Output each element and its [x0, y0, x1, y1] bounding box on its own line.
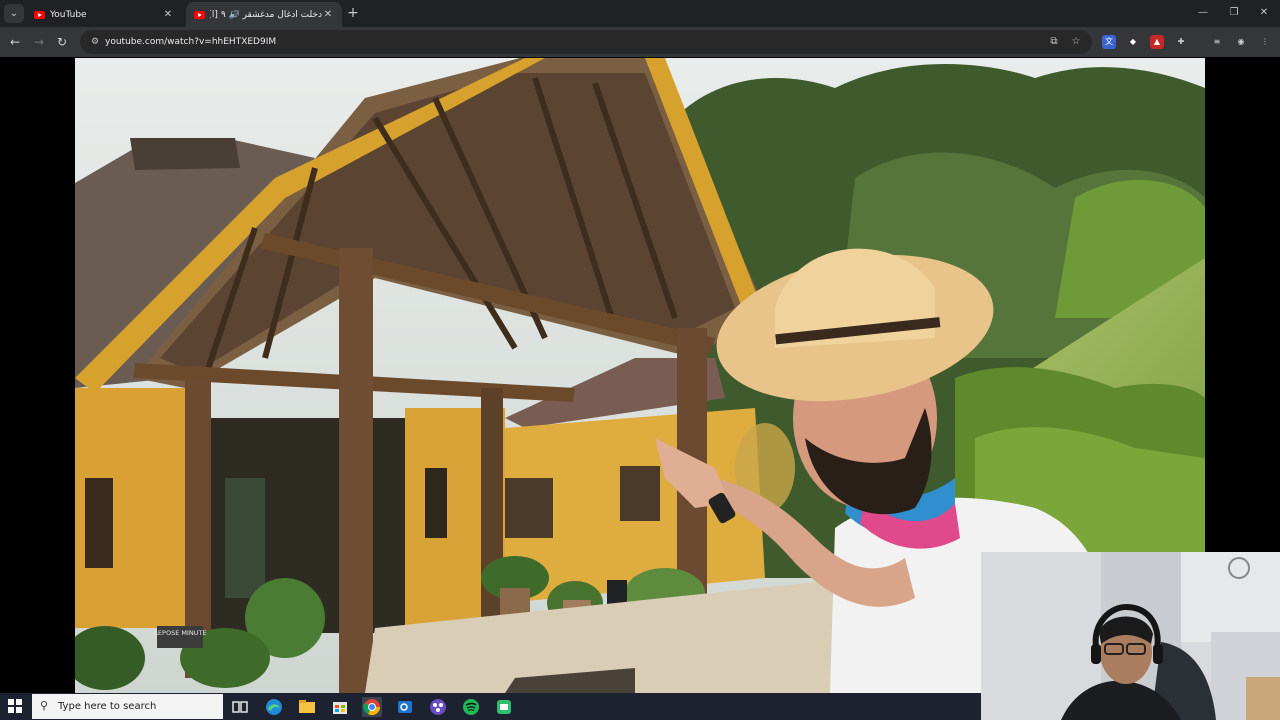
search-placeholder[interactable]: Type here to search	[58, 700, 156, 714]
profile-icon[interactable]: ◉	[1234, 35, 1248, 49]
menu-kebab-icon[interactable]: ⋮	[1258, 35, 1272, 49]
tab-strip: ⌄ YouTube ✕ دخلت أدغال مدغشقر 🔊 ۹ [أ] ✕ …	[0, 0, 1280, 27]
webcam-feed	[981, 552, 1280, 720]
tab-video[interactable]: دخلت أدغال مدغشقر 🔊 ۹ [أ] ✕	[186, 2, 342, 27]
obs-studio-icon[interactable]	[428, 697, 448, 717]
windows-start-icon[interactable]	[8, 699, 22, 713]
taskbar-search-box[interactable]: ⚲ Type here to search	[32, 694, 223, 719]
install-app-icon[interactable]: ⧉	[1047, 35, 1061, 49]
bookmark-star-icon[interactable]: ☆	[1069, 35, 1083, 49]
tab-close-icon[interactable]: ✕	[322, 9, 334, 21]
search-icon: ⚲	[40, 699, 49, 712]
outlook-icon[interactable]	[395, 697, 415, 717]
restore-button[interactable]: ❐	[1226, 5, 1242, 21]
tab-title: دخلت أدغال مدغشقر 🔊 ۹ [أ]	[210, 9, 322, 20]
webcam-overlay	[981, 552, 1280, 720]
windows-taskbar: ⚲ Type here to search	[0, 693, 981, 720]
youtube-favicon-icon	[34, 10, 45, 19]
screen: ⌄ YouTube ✕ دخلت أدغال مدغشقر 🔊 ۹ [أ] ✕ …	[0, 0, 1280, 720]
spotify-icon[interactable]	[461, 697, 481, 717]
site-info-icon[interactable]: ⚙	[88, 35, 102, 49]
browser-toolbar: ← → ↻ ⚙ youtube.com/watch?v=hhEHTXED9IM …	[0, 27, 1280, 57]
minimize-button[interactable]: —	[1195, 5, 1211, 21]
extensions-puzzle-icon[interactable]: ✚	[1174, 35, 1188, 49]
reading-list-icon[interactable]: ≡	[1210, 35, 1224, 49]
edge-browser-icon[interactable]	[264, 697, 284, 717]
pdf-extension-icon[interactable]: ▲	[1150, 35, 1164, 49]
tab-close-icon[interactable]: ✕	[162, 9, 174, 21]
task-view-icon[interactable]	[230, 697, 250, 717]
address-bar[interactable]: ⚙ youtube.com/watch?v=hhEHTXED9IM ⧉ ☆	[80, 30, 1092, 54]
tab-title: YouTube	[50, 9, 87, 20]
reload-button[interactable]: ↻	[53, 33, 71, 51]
url-text[interactable]: youtube.com/watch?v=hhEHTXED9IM	[105, 35, 276, 49]
file-explorer-icon[interactable]	[297, 697, 317, 717]
youtube-favicon-icon	[194, 10, 205, 19]
tab-search-button[interactable]: ⌄	[4, 4, 24, 23]
translate-extension-icon[interactable]: 文	[1102, 35, 1116, 49]
green-app-icon[interactable]	[494, 697, 514, 717]
back-button[interactable]: ←	[6, 33, 24, 51]
repose-minute-sign: REPOSE MINUTE	[153, 626, 207, 648]
diamond-extension-icon[interactable]: ◆	[1126, 35, 1140, 49]
close-window-button[interactable]: ✕	[1256, 5, 1272, 21]
microsoft-store-icon[interactable]	[330, 697, 350, 717]
chrome-icon[interactable]	[362, 697, 382, 717]
svg-text:REPOSE MINUTE: REPOSE MINUTE	[153, 629, 206, 637]
new-tab-button[interactable]: +	[345, 5, 361, 21]
tab-youtube[interactable]: YouTube ✕	[26, 2, 182, 27]
forward-button[interactable]: →	[30, 33, 48, 51]
